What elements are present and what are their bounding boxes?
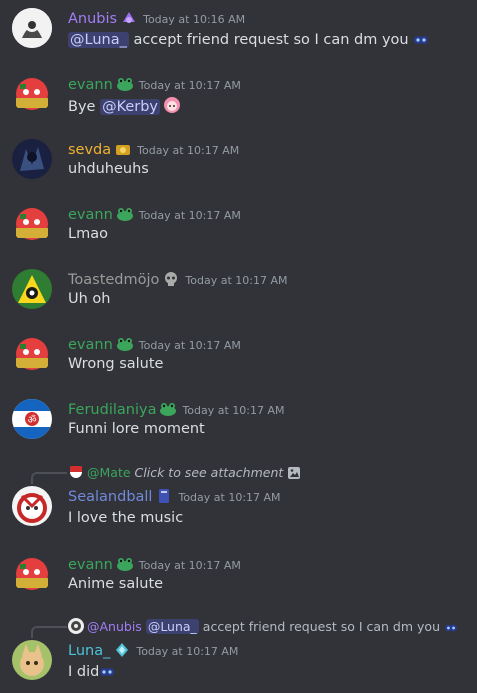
author-name[interactable]: Luna_ bbox=[68, 643, 110, 659]
timestamp: Today at 10:17 AM bbox=[185, 274, 288, 287]
message-item: Anubis Today at 10:16 AM @Luna_ accept fr… bbox=[0, 0, 477, 60]
author-name[interactable]: Anubis bbox=[68, 11, 117, 27]
message-item: ॐ Ferudilaniya Today at 10:17 AM Funni lo… bbox=[0, 397, 477, 447]
message-item: sevda Today at 10:17 AM uhduheuhs bbox=[0, 137, 477, 187]
avatar[interactable] bbox=[12, 8, 52, 48]
book-badge-icon bbox=[155, 488, 173, 504]
svg-text:ॐ: ॐ bbox=[27, 414, 36, 426]
timestamp: Today at 10:17 AM bbox=[178, 491, 281, 504]
message-text: I did bbox=[68, 664, 100, 680]
timestamp: Today at 10:17 AM bbox=[138, 559, 241, 572]
message-item: evann Today at 10:17 AM Wrong salute bbox=[0, 332, 477, 382]
timestamp: Today at 10:17 AM bbox=[138, 339, 241, 352]
image-icon bbox=[287, 466, 301, 484]
reply-preview[interactable]: @Mate Click to see attachment bbox=[68, 464, 301, 480]
crystal-badge-icon bbox=[113, 642, 131, 658]
timestamp: Today at 10:17 AM bbox=[137, 144, 240, 157]
timestamp: Today at 10:16 AM bbox=[143, 13, 246, 26]
message-text: Lmao bbox=[68, 226, 108, 242]
message-item: Toastedmöjo Today at 10:17 AM Uh oh bbox=[0, 267, 477, 317]
author-name[interactable]: Sealandball bbox=[68, 489, 152, 505]
skull-badge-icon bbox=[162, 271, 180, 287]
message-item: evann Today at 10:17 AM Lmao bbox=[0, 202, 477, 252]
reply-avatar bbox=[68, 464, 84, 480]
message-text: I love the music bbox=[68, 510, 184, 526]
avatar[interactable]: ॐ bbox=[12, 399, 52, 439]
frog-badge-icon bbox=[159, 401, 177, 417]
salute-emoji bbox=[99, 665, 115, 683]
reply-text: accept friend request so I can dm you bbox=[198, 619, 444, 634]
author-name[interactable]: evann bbox=[68, 77, 113, 93]
pleading-eyes-emoji bbox=[413, 33, 429, 51]
reply-author[interactable]: @Anubis bbox=[87, 619, 142, 634]
avatar[interactable] bbox=[12, 554, 52, 594]
author-name[interactable]: evann bbox=[68, 337, 113, 353]
timestamp: Today at 10:17 AM bbox=[138, 209, 241, 222]
message-text: uhduheuhs bbox=[68, 161, 149, 177]
avatar[interactable] bbox=[12, 74, 52, 114]
message-text: Wrong salute bbox=[68, 356, 164, 372]
message-text: Anime salute bbox=[68, 576, 164, 592]
user-mention[interactable]: @Kerby bbox=[100, 99, 161, 115]
avatar[interactable] bbox=[12, 486, 52, 526]
reply-author[interactable]: @Mate bbox=[87, 465, 131, 480]
avatar[interactable] bbox=[12, 334, 52, 374]
message-item: evann Today at 10:17 AM Anime salute bbox=[0, 552, 477, 602]
timestamp: Today at 10:17 AM bbox=[136, 645, 239, 658]
message-item: @Anubis @Luna_ accept friend request so … bbox=[0, 616, 477, 693]
author-name[interactable]: Toastedmöjo bbox=[68, 272, 159, 288]
avatar[interactable] bbox=[12, 269, 52, 309]
pleading-eyes-emoji bbox=[444, 622, 458, 638]
timestamp: Today at 10:17 AM bbox=[138, 79, 241, 92]
message-content: Bye @Kerby bbox=[68, 96, 181, 118]
message-item: @Mate Click to see attachment Sealandbal… bbox=[0, 462, 477, 534]
anime-girl-emoji bbox=[163, 96, 181, 118]
user-mention[interactable]: @Luna_ bbox=[145, 619, 199, 634]
author-name[interactable]: evann bbox=[68, 207, 113, 223]
author-name[interactable]: sevda bbox=[68, 142, 111, 158]
reply-spine bbox=[31, 626, 67, 638]
author-name[interactable]: Ferudilaniya bbox=[68, 402, 156, 418]
reply-spine bbox=[31, 472, 67, 484]
message-content: @Luna_ accept friend request so I can dm… bbox=[68, 32, 429, 51]
frog-badge-icon bbox=[116, 336, 134, 352]
role-badge-icon bbox=[120, 10, 138, 26]
gold-badge-icon bbox=[114, 141, 132, 157]
reply-avatar bbox=[68, 618, 84, 634]
timestamp: Today at 10:17 AM bbox=[182, 404, 285, 417]
avatar[interactable] bbox=[12, 204, 52, 244]
message-content: I did bbox=[68, 664, 115, 683]
reply-text: Click to see attachment bbox=[134, 465, 284, 480]
frog-badge-icon bbox=[116, 76, 134, 92]
frog-badge-icon bbox=[116, 206, 134, 222]
message-text: Funni lore moment bbox=[68, 421, 205, 437]
message-item: evann Today at 10:17 AM Bye @Kerby bbox=[0, 72, 477, 122]
message-text: Uh oh bbox=[68, 291, 111, 307]
avatar[interactable] bbox=[12, 640, 52, 680]
message-text: Bye bbox=[68, 99, 101, 115]
message-text: accept friend request so I can dm you bbox=[128, 32, 414, 48]
frog-badge-icon bbox=[116, 556, 134, 572]
avatar[interactable] bbox=[12, 139, 52, 179]
user-mention[interactable]: @Luna_ bbox=[68, 32, 129, 48]
reply-preview[interactable]: @Anubis @Luna_ accept friend request so … bbox=[68, 618, 458, 634]
author-name[interactable]: evann bbox=[68, 557, 113, 573]
